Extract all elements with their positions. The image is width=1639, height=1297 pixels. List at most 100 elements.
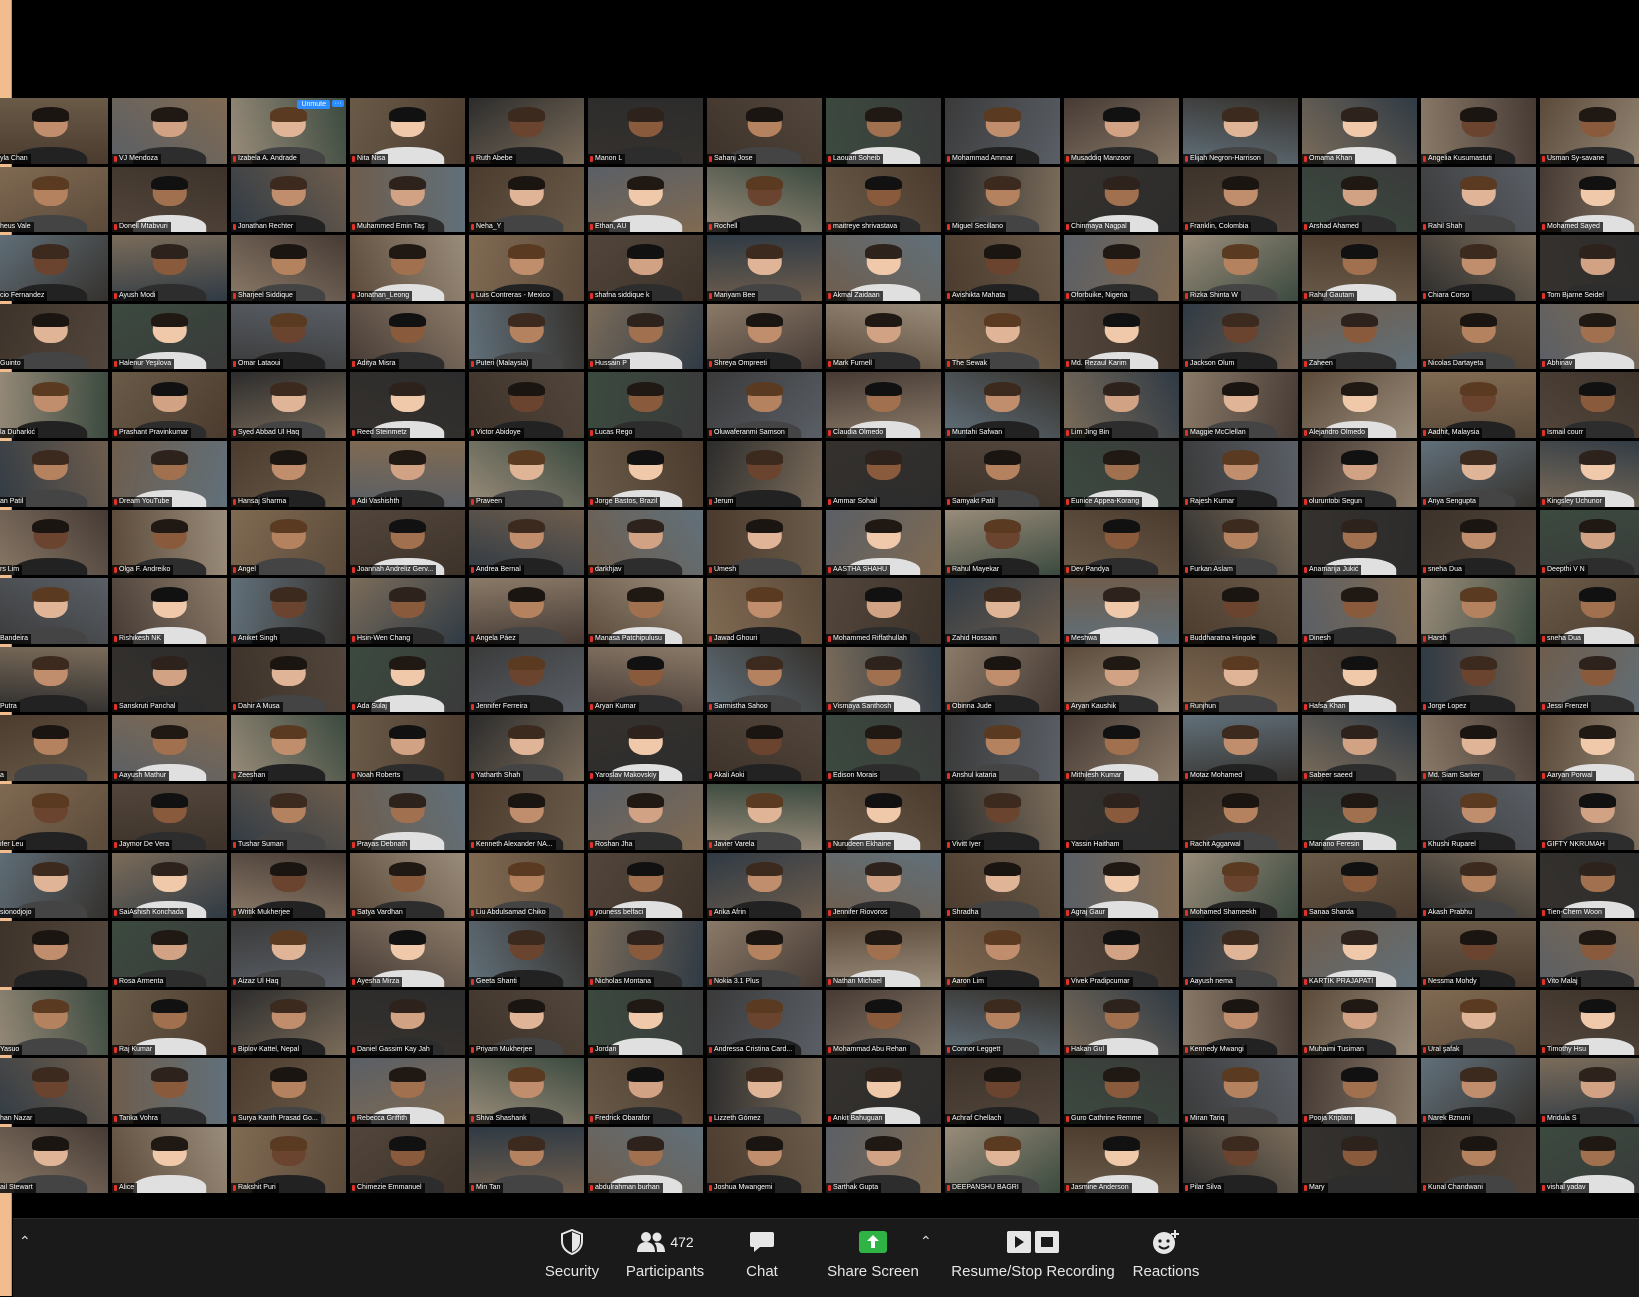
chat-button[interactable]: Chat [727, 1225, 797, 1291]
participant-tile[interactable]: Muhammed Emin Taş [350, 166, 465, 233]
participant-tile[interactable]: Akmal Zaidaan [826, 235, 941, 301]
participant-tile[interactable]: Bandeira [0, 578, 108, 644]
participant-tile[interactable]: Victor Abidoye [469, 372, 584, 438]
participant-tile[interactable]: Anshul kataria [945, 715, 1060, 781]
participant-tile[interactable] [0, 921, 108, 987]
participant-tile[interactable]: Adi Vashishth [350, 440, 465, 507]
participant-tile[interactable]: Nathan Michael [826, 921, 941, 987]
participant-tile[interactable]: Shradha [945, 852, 1060, 919]
participant-tile[interactable]: Reed Steinmetz [350, 372, 465, 438]
participant-tile[interactable]: oluruntobi Segun [1302, 440, 1417, 507]
participant-tile[interactable]: Shiva Shashank [469, 1058, 584, 1124]
participant-tile[interactable]: Avishikta Mahata [945, 235, 1060, 301]
participant-tile[interactable]: Dahir A Musa [231, 646, 346, 713]
participant-tile[interactable]: ifer Leu [0, 783, 108, 850]
participant-tile[interactable]: Joshua Mwangemi [707, 1126, 822, 1193]
participant-tile[interactable]: Ayesha Mirza [350, 921, 465, 987]
participant-tile[interactable]: Miguel Secillano [945, 166, 1060, 233]
participant-tile[interactable]: la Duharkić [0, 372, 108, 438]
participant-tile[interactable]: Putra [0, 646, 108, 713]
participant-tile[interactable]: Umesh [707, 509, 822, 576]
participant-tile[interactable]: Nessma Mohdy [1421, 921, 1536, 987]
participant-tile[interactable]: Miran Tariq [1183, 1058, 1298, 1124]
participant-tile[interactable]: Runjhun [1183, 646, 1298, 713]
participant-tile[interactable]: Prayas Debnath [350, 783, 465, 850]
participant-tile[interactable]: Aryan Kaushik [1064, 646, 1179, 713]
participant-tile[interactable]: Edison Morais [826, 715, 941, 781]
participant-tile[interactable]: darkhjav [588, 509, 703, 576]
participant-tile[interactable]: Chimezie Emmanuel [350, 1126, 465, 1193]
participant-tile[interactable]: Daniel Gassim Kay Jah [350, 989, 465, 1056]
participant-tile[interactable]: Mithilesh Kumar [1064, 715, 1179, 781]
participant-tile[interactable]: Claudia Olmedo [826, 372, 941, 438]
participant-tile[interactable]: Rakshit Puri [231, 1126, 346, 1193]
participant-tile[interactable]: Vito Malaj [1540, 921, 1639, 987]
participant-tile[interactable]: Ruth Abebe [469, 98, 584, 164]
participant-tile[interactable]: abdulrahman burhan [588, 1126, 703, 1193]
participant-tile[interactable]: Maggie McClellan [1183, 372, 1298, 438]
participant-tile[interactable]: Vismaya Santhosh [826, 646, 941, 713]
participant-tile[interactable]: Meshwa [1064, 578, 1179, 644]
participant-tile[interactable]: Fredrick Obarafor [588, 1058, 703, 1124]
participant-tile[interactable]: Abhinav [1540, 303, 1639, 370]
participant-tile[interactable]: Pooja Kriplani [1302, 1058, 1417, 1124]
unmute-button[interactable]: Unmute [297, 100, 330, 109]
participant-tile[interactable]: Nita Nisa [350, 98, 465, 164]
toolbar-caret-icon[interactable]: ⌃ [19, 1233, 31, 1250]
participant-tile[interactable]: Timothy Hsu [1540, 989, 1639, 1056]
participant-tile[interactable]: Mohammed Riffathullah [826, 578, 941, 644]
participant-tile[interactable]: Guro Cathrine Remme [1064, 1058, 1179, 1124]
participant-tile[interactable]: Shreya Ompreeti [707, 303, 822, 370]
participant-tile[interactable]: Mohamed Sayed [1540, 166, 1639, 233]
participant-tile[interactable]: shafna siddique k [588, 235, 703, 301]
participant-tile[interactable]: Musaddiq Manzoor [1064, 98, 1179, 164]
participant-tile[interactable]: GIFTY NKRUMAH [1540, 783, 1639, 850]
participant-tile[interactable]: Tarika Vohra [112, 1058, 227, 1124]
participant-tile[interactable]: Praveen [469, 440, 584, 507]
participant-tile[interactable]: Rishikesh NK [112, 578, 227, 644]
participant-tile[interactable]: Hakan Gul [1064, 989, 1179, 1056]
participant-tile[interactable]: Aayush Mathur [112, 715, 227, 781]
participant-tile[interactable]: Mohamed Shameekh [1183, 852, 1298, 919]
participant-tile[interactable]: Buddharatna Hingole [1183, 578, 1298, 644]
participant-tile[interactable]: Hsin-Wen Chang [350, 578, 465, 644]
participant-tile[interactable]: Vivek Pradipcumar [1064, 921, 1179, 987]
participant-tile[interactable]: Mridula S [1540, 1058, 1639, 1124]
reactions-button[interactable]: Reactions [1121, 1225, 1211, 1291]
participant-tile[interactable]: Aayush nema [1183, 921, 1298, 987]
participant-tile[interactable]: Priyam Mukherjee [469, 989, 584, 1056]
participant-tile[interactable]: Angelia Kusumastuti [1421, 98, 1536, 164]
participant-tile[interactable]: Aryan Kumar [588, 646, 703, 713]
participant-tile[interactable]: Omar Lataoui [231, 303, 346, 370]
participant-tile[interactable]: Jackson Olum [1183, 303, 1298, 370]
participant-tile[interactable]: The Sewak [945, 303, 1060, 370]
participant-tile[interactable]: Nokia 3.1 Plus [707, 921, 822, 987]
participant-tile[interactable]: DEEPANSHU BAGRI [945, 1126, 1060, 1193]
participant-tile[interactable]: Sahanj Jose [707, 98, 822, 164]
participant-tile[interactable]: Dream YouTube [112, 440, 227, 507]
participant-tile[interactable]: Jawad Ghouri [707, 578, 822, 644]
participant-tile[interactable]: Writik Mukherjee [231, 852, 346, 919]
participant-tile[interactable]: Omama Khan [1302, 98, 1417, 164]
participant-tile[interactable]: Eunice Appea-Korang [1064, 440, 1179, 507]
participant-tile[interactable]: sneha Dua [1421, 509, 1536, 576]
participant-tile[interactable]: Yaroslav Makovskiy [588, 715, 703, 781]
participant-tile[interactable]: Zaheen [1302, 303, 1417, 370]
participant-tile[interactable]: Laouari Soheib [826, 98, 941, 164]
participant-tile[interactable]: AASTHA SHAHU [826, 509, 941, 576]
participant-tile[interactable]: Muhaimi Tusiman [1302, 989, 1417, 1056]
participant-tile[interactable]: Rochell [707, 166, 822, 233]
participant-tile[interactable]: Donell Mtabvuri [112, 166, 227, 233]
participant-tile[interactable]: Harsh [1421, 578, 1536, 644]
participants-button[interactable]: 472 Participants [607, 1225, 723, 1291]
participant-tile[interactable]: Min Tan [469, 1126, 584, 1193]
participant-tile[interactable]: Mohammad Ammar [945, 98, 1060, 164]
participant-tile[interactable]: heus Vale [0, 166, 108, 233]
participant-tile[interactable]: Kenneth Alexander NA... [469, 783, 584, 850]
participant-tile[interactable]: Connor Leggett [945, 989, 1060, 1056]
participant-tile[interactable]: ail Stewart [0, 1126, 108, 1193]
participant-tile[interactable]: Narek Bznuni [1421, 1058, 1536, 1124]
participant-tile[interactable]: Mary [1302, 1126, 1417, 1193]
participant-tile[interactable]: Ángela Páez [469, 578, 584, 644]
participant-tile[interactable]: maitreye shrivastava [826, 166, 941, 233]
